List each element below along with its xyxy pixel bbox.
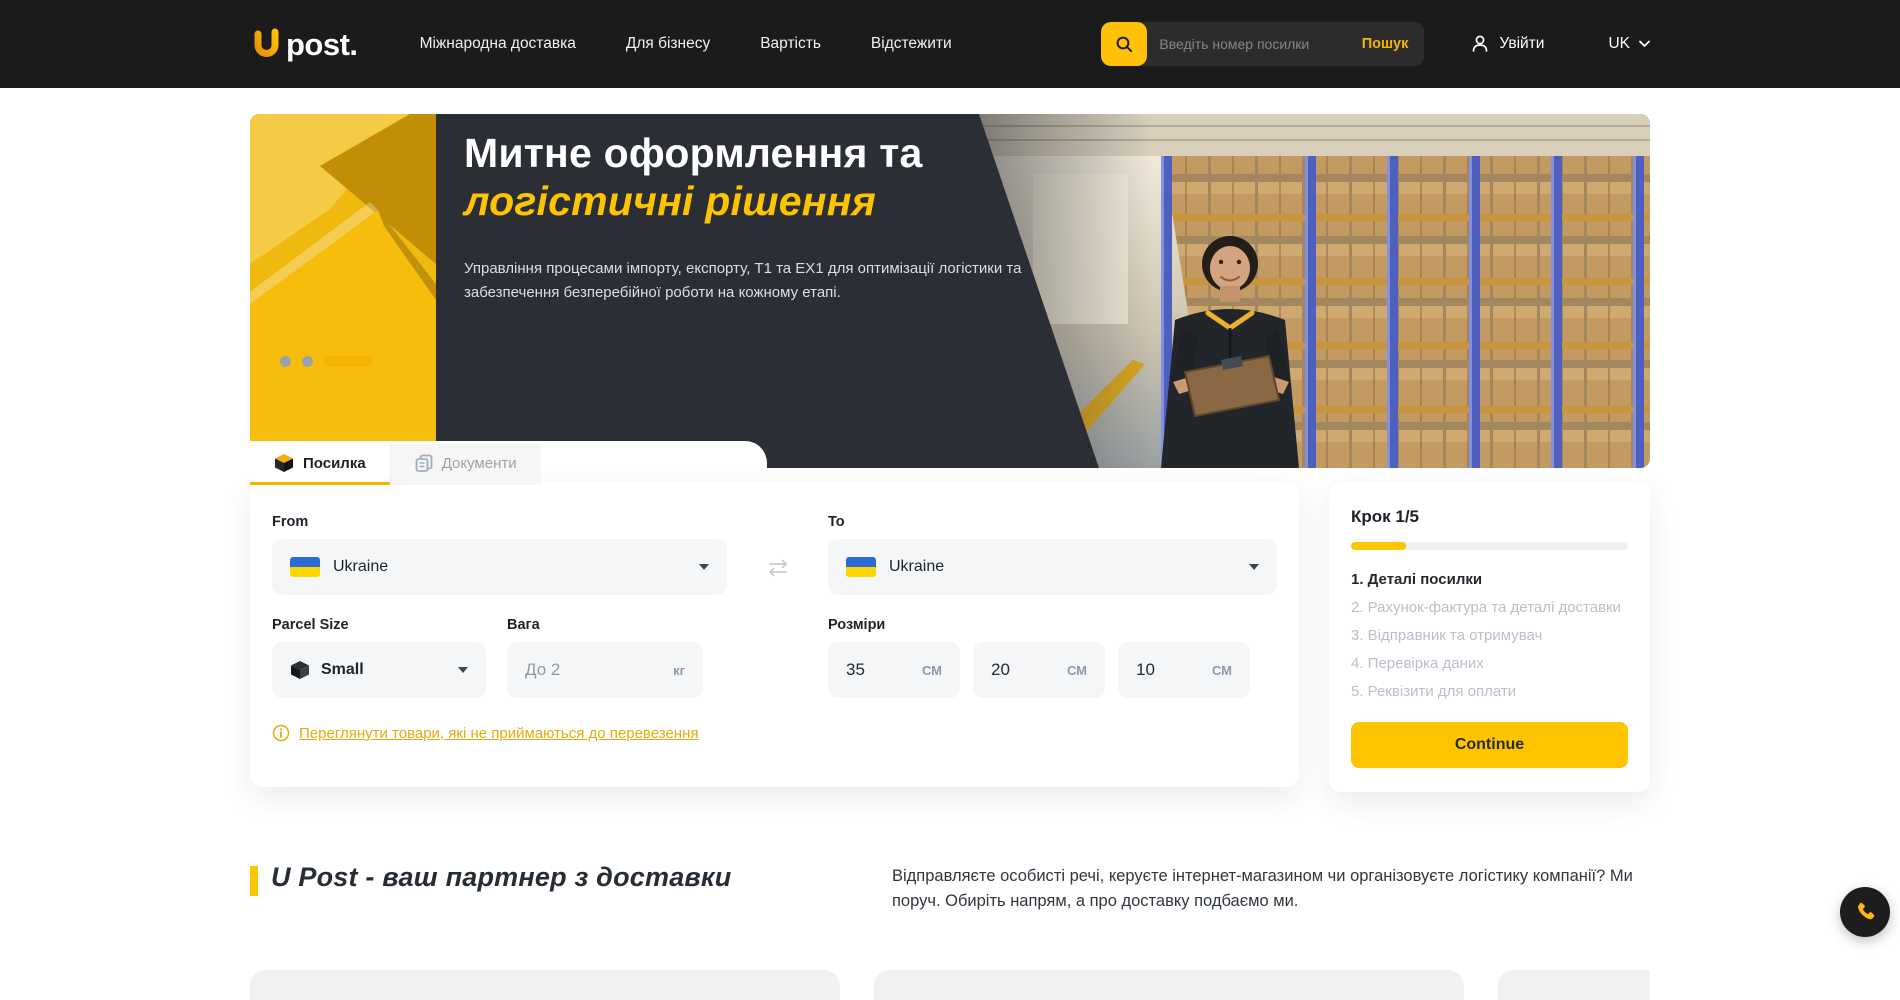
main-menu: Міжнародна доставка Для бізнесу Вартість…	[420, 35, 952, 53]
audience-card	[250, 970, 840, 1000]
tracking-search: Пошук	[1101, 22, 1424, 66]
to-country-value: Ukraine	[889, 558, 944, 576]
wizard-step-3: 3. Відправник та отримувач	[1351, 627, 1628, 644]
carousel-dot[interactable]	[302, 356, 313, 367]
nav-item-track[interactable]: Відстежити	[871, 35, 952, 53]
dimension-height-input[interactable]: 10 СМ	[1118, 642, 1250, 698]
caret-down-icon	[1249, 564, 1259, 570]
wizard-step-5: 5. Реквізити для оплати	[1351, 683, 1628, 700]
weight-value: До 2	[525, 660, 560, 680]
wizard-progress-bar	[1351, 542, 1628, 550]
audience-card	[874, 970, 1464, 1000]
tab-parcel-label: Посилка	[303, 455, 366, 472]
dimension-unit: СМ	[1067, 663, 1087, 678]
wizard-step-1: 1. Деталі посилки	[1351, 571, 1628, 588]
caret-down-icon	[699, 564, 709, 570]
nav-item-business[interactable]: Для бізнесу	[626, 35, 710, 53]
wizard-step-2: 2. Рахунок-фактура та деталі доставки	[1351, 599, 1628, 616]
package-icon	[274, 453, 294, 473]
dimension-length-input[interactable]: 35 СМ	[828, 642, 960, 698]
user-icon	[1470, 34, 1490, 54]
search-submit-button[interactable]: Пошук	[1358, 36, 1425, 52]
shipment-type-tabs: Посилка Документи	[250, 444, 541, 485]
hero-banner: Митне оформлення та логістичні рішення У…	[250, 114, 1650, 468]
language-label: UK	[1608, 35, 1630, 53]
section-description: Відправляєте особисті речі, керуєте інте…	[892, 864, 1650, 914]
heading-accent-bar	[250, 866, 258, 896]
call-chat-button[interactable]	[1840, 887, 1890, 937]
ukraine-flag-icon	[846, 557, 876, 577]
wizard-progress-fill	[1351, 542, 1406, 550]
dimension-length-value: 35	[846, 660, 865, 680]
partner-section: U Post - ваш партнер з доставки Відправл…	[250, 862, 1650, 930]
dimension-height-value: 10	[1136, 660, 1155, 680]
carousel-dot[interactable]	[280, 356, 291, 367]
weight-label: Вага	[507, 617, 703, 633]
hero-carousel-dots	[280, 356, 372, 367]
logo-u-icon	[250, 28, 284, 60]
dimension-width-input[interactable]: 20 СМ	[973, 642, 1105, 698]
from-label: From	[272, 514, 727, 530]
carousel-dot-active[interactable]	[324, 356, 372, 367]
top-navigation: post. Міжнародна доставка Для бізнесу Ва…	[0, 0, 1900, 88]
logo-text: post.	[286, 30, 358, 60]
nav-item-pricing[interactable]: Вартість	[760, 35, 821, 53]
parcel-size-label: Parcel Size	[272, 617, 486, 633]
weight-unit: кг	[673, 663, 685, 678]
from-country-value: Ukraine	[333, 558, 388, 576]
tab-parcel[interactable]: Посилка	[250, 444, 390, 485]
to-country-select[interactable]: Ukraine	[828, 539, 1277, 595]
caret-down-icon	[458, 667, 468, 673]
search-input[interactable]	[1147, 36, 1357, 52]
wizard-step-title: Крок 1/5	[1351, 507, 1628, 527]
dimensions-label: Розміри	[828, 617, 1277, 633]
dimension-unit: СМ	[1212, 663, 1232, 678]
tab-documents-label: Документи	[442, 455, 517, 472]
parcel-size-select[interactable]: Small	[272, 642, 486, 698]
search-icon	[1114, 34, 1134, 54]
shipment-form-card: From Ukraine To Ukraine	[250, 482, 1299, 787]
tab-documents[interactable]: Документи	[390, 444, 541, 485]
dimension-width-value: 20	[991, 660, 1010, 680]
wizard-step-list: 1. Деталі посилки 2. Рахунок-фактура та …	[1351, 571, 1628, 700]
brand-logo[interactable]: post.	[250, 28, 358, 60]
audience-cards-row	[250, 970, 1650, 1000]
from-country-select[interactable]: Ukraine	[272, 539, 727, 595]
search-icon-button[interactable]	[1101, 22, 1147, 66]
language-selector[interactable]: UK	[1608, 35, 1650, 53]
section-heading: U Post - ваш партнер з доставки	[271, 862, 732, 896]
parcel-size-value: Small	[321, 661, 364, 679]
swap-directions-icon[interactable]	[766, 558, 790, 578]
weight-input[interactable]: До 2 кг	[507, 642, 703, 698]
info-icon	[272, 724, 290, 742]
wizard-step-4: 4. Перевірка даних	[1351, 655, 1628, 672]
restricted-goods-link[interactable]: Переглянути товари, які не приймаються д…	[299, 725, 699, 742]
hero-section: Митне оформлення та логістичні рішення У…	[250, 114, 1650, 482]
documents-icon	[415, 454, 433, 472]
wizard-steps-card: Крок 1/5 1. Деталі посилки 2. Рахунок-фа…	[1329, 482, 1650, 792]
audience-card	[1498, 970, 1650, 1000]
hero-title-line2: логістичні рішення	[464, 178, 876, 224]
nav-item-international[interactable]: Міжнародна доставка	[420, 35, 576, 53]
ukraine-flag-icon	[290, 557, 320, 577]
hero-text-block: Митне оформлення та логістичні рішення У…	[464, 130, 1064, 305]
login-label: Увійти	[1499, 35, 1544, 53]
to-label: To	[828, 514, 1277, 530]
continue-button[interactable]: Continue	[1351, 722, 1628, 768]
hero-title-line1: Митне оформлення та	[464, 130, 922, 176]
phone-icon	[1853, 900, 1877, 924]
yellow-envelope-image	[250, 114, 436, 441]
parcel-size-icon	[290, 660, 310, 680]
dimension-unit: СМ	[922, 663, 942, 678]
login-button[interactable]: Увійти	[1470, 34, 1544, 54]
chevron-down-icon	[1639, 40, 1650, 48]
hero-subtitle: Управління процесами імпорту, експорту, …	[464, 257, 1039, 305]
